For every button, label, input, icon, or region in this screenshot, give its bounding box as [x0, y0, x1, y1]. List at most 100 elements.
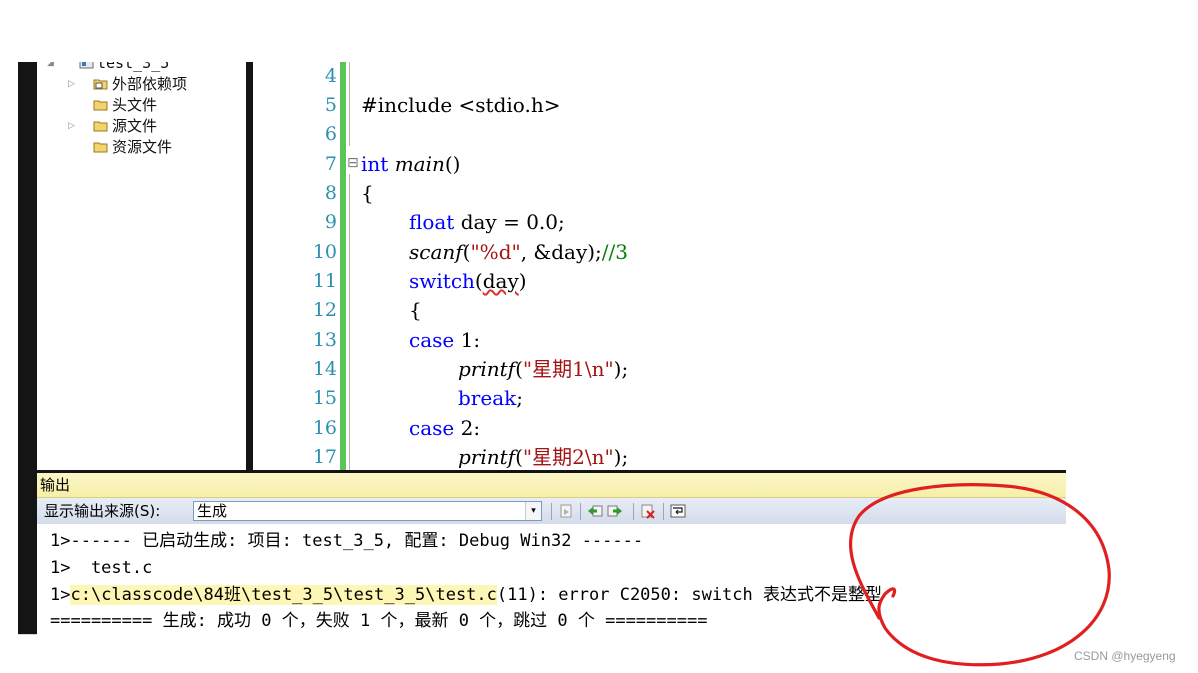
code-line-14: printf("星期1\n"); — [458, 355, 628, 384]
code-line-11: switch(day) — [409, 267, 527, 296]
watermark: CSDN @hyegyeng — [1074, 649, 1176, 663]
folder-icon — [93, 100, 108, 111]
external-deps-icon — [93, 79, 108, 90]
code-text: ); — [613, 445, 629, 469]
explorer-splitter[interactable] — [246, 62, 253, 470]
code-line-15: break; — [458, 384, 523, 413]
keyword: int — [361, 152, 389, 176]
code-text: 2: — [454, 416, 481, 440]
code-line-7: int main() — [361, 150, 460, 179]
output-line: 1> test.c — [50, 558, 153, 578]
solution-explorer: ◢ test_3_5 ▷ 外部依赖项 头文件 ▷ 源文件 资源文件 — [37, 62, 246, 470]
code-line-8: { — [361, 179, 374, 208]
collapse-arrow-icon[interactable]: ◢ — [47, 62, 54, 73]
outline-guide — [349, 174, 350, 470]
line-number: 6 — [324, 123, 337, 145]
function-name: printf — [458, 445, 516, 469]
tree-item-label: 外部依赖项 — [112, 75, 188, 93]
function-name: scanf — [409, 240, 463, 264]
code-text: day = 0.0; — [454, 210, 565, 234]
output-line-prefix: 1> — [50, 585, 71, 605]
error-squiggle: day — [482, 269, 519, 293]
line-number: 8 — [324, 182, 337, 204]
toolbar-separator — [580, 503, 581, 520]
output-source-value: 生成 — [197, 502, 228, 520]
keyword: break — [458, 386, 517, 410]
code-line-16: case 2: — [409, 414, 480, 443]
code-line-13: case 1: — [409, 326, 480, 355]
next-message-icon[interactable] — [607, 503, 623, 519]
line-number: 7 — [324, 153, 337, 175]
tree-item-label: test_3_5 — [97, 62, 170, 72]
code-line-9: float day = 0.0; — [409, 208, 565, 237]
string-literal: "%d" — [470, 240, 521, 264]
code-text: { — [409, 298, 422, 322]
keyword: float — [409, 210, 455, 234]
output-line: 1>------ 已启动生成: 项目: test_3_5, 配置: Debug … — [50, 531, 644, 551]
outline-guide — [349, 62, 350, 146]
line-number-gutter: 4 5 6 7 8 9 10 11 12 13 14 15 16 17 — [253, 62, 337, 470]
code-editor[interactable]: 4 5 6 7 8 9 10 11 12 13 14 15 16 17 ⊟ #i… — [253, 62, 1066, 470]
function-name: printf — [458, 357, 516, 381]
annotation-circle — [848, 483, 1111, 667]
comment: //3 — [601, 240, 628, 264]
line-number: 14 — [312, 358, 337, 380]
keyword: case — [409, 328, 455, 352]
line-number: 11 — [312, 270, 337, 292]
code-text: { — [361, 181, 374, 205]
line-number: 17 — [312, 446, 337, 468]
keyword: switch — [409, 269, 475, 293]
keyword: case — [409, 416, 455, 440]
error-message: (11): error C2050: switch 表达式不是整型 — [496, 585, 882, 605]
line-number: 5 — [324, 94, 337, 116]
line-number: 4 — [324, 65, 337, 87]
tree-item-label: 资源文件 — [112, 138, 173, 156]
code-line-10: scanf("%d", &day);//3 — [409, 238, 628, 267]
folder-icon — [93, 142, 108, 153]
expand-arrow-icon[interactable]: ▷ — [68, 74, 75, 94]
goto-location-icon[interactable] — [558, 503, 574, 519]
clear-all-icon[interactable] — [640, 503, 656, 519]
line-number: 15 — [312, 387, 337, 409]
output-line-error[interactable]: 1>c:\classcode\84班\test_3_5\test_3_5\tes… — [50, 582, 882, 608]
function-name: main — [394, 152, 445, 176]
screenshot: ◢ test_3_5 ▷ 外部依赖项 头文件 ▷ 源文件 资源文件 4 5 6 … — [0, 0, 1198, 673]
output-source-dropdown[interactable]: 生成 ▾ — [193, 501, 542, 521]
line-number: 12 — [312, 299, 337, 321]
code-text: ); — [613, 357, 629, 381]
code-text: ( — [515, 357, 523, 381]
window-frame-left — [18, 62, 37, 634]
code-text: () — [444, 152, 461, 176]
code-line-5: #include <stdio.h> — [361, 91, 560, 120]
code-line-12: { — [409, 296, 422, 325]
code-text: ( — [515, 445, 523, 469]
string-literal: "星期2\n" — [522, 445, 614, 469]
line-number: 9 — [324, 211, 337, 233]
chevron-down-icon[interactable]: ▾ — [525, 502, 541, 520]
word-wrap-icon[interactable] — [670, 503, 686, 519]
toolbar-separator — [633, 503, 634, 520]
output-source-label: 显示输出来源(S): — [44, 502, 161, 520]
output-line: ========== 生成: 成功 0 个，失败 1 个，最新 0 个，跳过 0… — [50, 611, 708, 631]
code-text: ( — [474, 269, 483, 293]
collapse-toggle-icon[interactable]: ⊟ — [347, 153, 359, 173]
code-line-17: printf("星期2\n"); — [458, 443, 628, 470]
project-icon — [79, 62, 94, 69]
toolbar-separator — [663, 503, 664, 520]
tree-item-label: 源文件 — [112, 117, 158, 135]
code-text: ) — [518, 269, 527, 293]
code-text: 1: — [454, 328, 481, 352]
code-text: , &day); — [520, 240, 602, 264]
folder-icon — [93, 121, 108, 132]
line-number: 16 — [312, 417, 337, 439]
line-number: 10 — [312, 241, 337, 263]
previous-message-icon[interactable] — [587, 503, 603, 519]
tree-item-label: 头文件 — [112, 96, 158, 114]
change-tracking-bar — [340, 62, 346, 470]
string-literal: "星期1\n" — [522, 357, 614, 381]
code-text: ; — [516, 386, 523, 410]
expand-arrow-icon[interactable]: ▷ — [68, 116, 75, 136]
line-number: 13 — [312, 329, 337, 351]
error-file-path[interactable]: c:\classcode\84班\test_3_5\test_3_5\test.… — [70, 585, 497, 605]
output-title: 输出 — [40, 476, 71, 494]
